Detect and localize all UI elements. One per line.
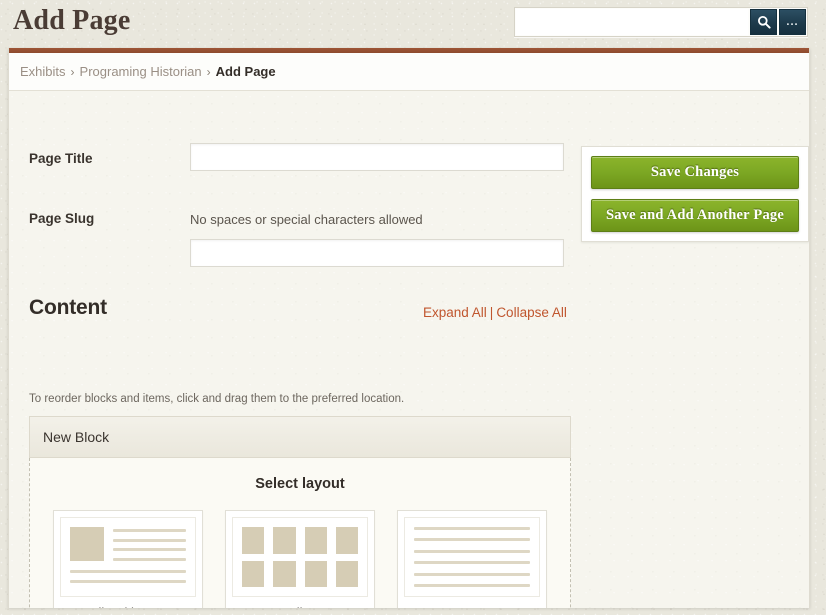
save-and-add-another-page-button[interactable]: Save and Add Another Page [591,199,799,232]
layout-options: File with Text [30,510,570,608]
breadcrumb-separator: › [207,65,211,79]
thumb-text-line [113,548,186,551]
save-panel: Save Changes Save and Add Another Page [581,146,809,242]
thumb-image-block [242,561,264,588]
thumb-image-block [273,527,295,554]
page-title-input[interactable] [190,143,564,171]
search-icon [757,15,771,29]
save-changes-button[interactable]: Save Changes [591,156,799,189]
thumb-text-line [414,584,530,587]
content-block: New Block Select layout [29,416,571,608]
page-title: Add Page [13,5,131,37]
thumb-image-block [305,527,327,554]
thumb-image-block [70,527,104,561]
ellipsis-icon: ... [786,17,798,28]
expand-collapse-controls: Expand All|Collapse All [423,305,567,320]
reorder-instructions: To reorder blocks and items, click and d… [29,393,404,405]
main-panel: Exhibits › Programing Historian › Add Pa… [8,48,810,608]
file-with-text-thumbnail [60,517,196,597]
thumb-image-block [242,527,264,554]
thumb-text-line [70,570,186,573]
search-options-button[interactable]: ... [779,9,806,35]
link-separator: | [490,305,494,320]
thumb-text-line [113,539,186,542]
page-slug-help: No spaces or special characters allowed [190,212,423,227]
page-slug-input[interactable] [190,239,564,267]
expand-all-link[interactable]: Expand All [423,305,487,320]
gallery-thumbnail [232,517,368,597]
layout-option-label: Gallery [232,597,368,608]
search-button[interactable] [750,9,777,35]
page-title-label: Page Title [29,151,93,166]
content-area: Page Title Page Slug No spaces or specia… [9,91,809,608]
thumb-text-line [414,573,530,576]
layout-option-file-with-text[interactable]: File with Text [53,510,203,608]
breadcrumb-item-current: Add Page [216,64,276,79]
layout-option-text[interactable]: Text [397,510,547,608]
collapse-all-link[interactable]: Collapse All [496,305,567,320]
thumb-text-line [414,538,530,541]
thumb-text-line [414,527,530,530]
thumb-image-block [305,561,327,588]
select-layout-label: Select layout [30,476,570,492]
thumb-text-line [113,558,186,561]
top-header: Add Page ... [0,0,826,48]
page-slug-label: Page Slug [29,211,94,226]
block-title: New Block [43,429,109,445]
layout-option-label: Text [404,597,540,608]
breadcrumb-item-exhibits[interactable]: Exhibits [20,64,66,79]
search-bar: ... [514,7,808,37]
block-header[interactable]: New Block [29,416,571,458]
text-thumbnail [404,517,540,597]
thumb-image-block [336,561,358,588]
search-input[interactable] [516,9,748,35]
thumb-image-block [273,561,295,588]
layout-option-gallery[interactable]: Gallery [225,510,375,608]
content-heading: Content [29,296,107,320]
block-body: Select layout [29,458,571,608]
breadcrumb-item-exhibit[interactable]: Programing Historian [80,64,202,79]
breadcrumb-separator: › [71,65,75,79]
thumb-text-line [70,580,186,583]
thumb-text-line [113,529,186,532]
thumb-text-line [414,561,530,564]
breadcrumb: Exhibits › Programing Historian › Add Pa… [9,53,809,91]
layout-option-label: File with Text [60,597,196,608]
thumb-text-line [414,550,530,553]
thumb-image-block [336,527,358,554]
